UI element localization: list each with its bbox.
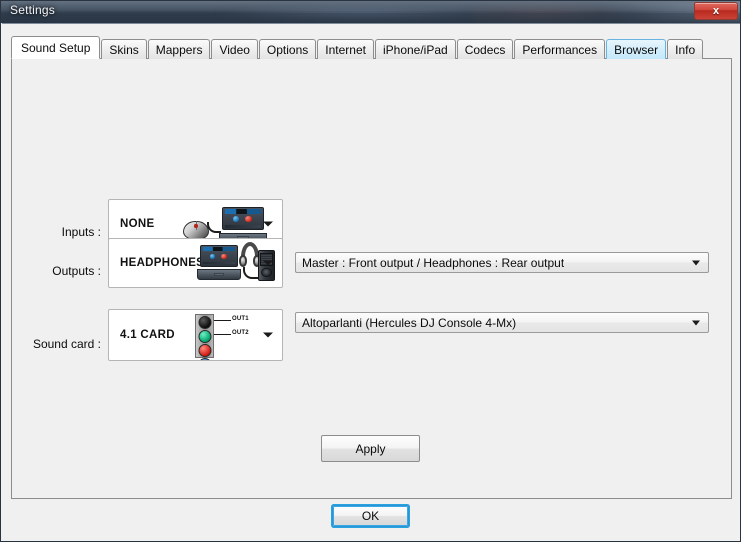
jack-lead-line-out1 bbox=[214, 320, 231, 321]
tab-mappers[interactable]: Mappers bbox=[147, 39, 211, 59]
inputs-label: Inputs : bbox=[61, 225, 101, 239]
tab-label: Internet bbox=[325, 42, 366, 57]
ok-button-label: OK bbox=[361, 509, 380, 523]
settings-window: Settings x Sound Setup Skins Mappers Vid… bbox=[0, 0, 741, 542]
tab-sound-setup[interactable]: Sound Setup bbox=[11, 36, 101, 59]
settings-tab-control: Sound Setup Skins Mappers Video Options … bbox=[11, 36, 732, 499]
tab-performances[interactable]: Performances bbox=[514, 39, 606, 59]
tab-internet[interactable]: Internet bbox=[317, 39, 374, 59]
tab-iphone-ipad[interactable]: iPhone/iPad bbox=[374, 39, 456, 59]
outputs-artwork bbox=[197, 239, 275, 287]
tab-label: Codecs bbox=[464, 42, 506, 57]
tab-options[interactable]: Options bbox=[258, 39, 317, 59]
laptop-knob-blue bbox=[232, 216, 240, 222]
tab-label: Performances bbox=[522, 42, 598, 57]
tab-label: Browser bbox=[614, 42, 659, 57]
outputs-value: HEADPHONES bbox=[120, 257, 205, 269]
ok-button[interactable]: OK bbox=[331, 504, 410, 528]
jack-green bbox=[198, 330, 211, 343]
laptop-waveform-strip bbox=[225, 224, 261, 228]
tab-label: Info bbox=[675, 42, 696, 57]
jack-red bbox=[198, 344, 211, 357]
tab-label: Skins bbox=[109, 42, 139, 57]
sound-card-device-dropdown-arrow-icon[interactable] bbox=[692, 320, 700, 325]
laptop-icon bbox=[197, 244, 241, 280]
laptop-trackpad bbox=[213, 272, 225, 277]
outputs-label: Outputs : bbox=[52, 264, 101, 278]
tab-label: Sound Setup bbox=[21, 40, 91, 55]
laptop-knob-blue bbox=[209, 253, 216, 260]
tab-video[interactable]: Video bbox=[211, 39, 258, 59]
titlebar-glass-shade bbox=[1, 13, 740, 23]
speaker-woofer bbox=[261, 267, 272, 278]
tab-browser[interactable]: Browser bbox=[606, 39, 667, 59]
sound-card-label: Sound card : bbox=[32, 337, 101, 351]
sound-card-artwork: OUT1 OUT2 bbox=[187, 310, 273, 360]
laptop-knob-red bbox=[221, 253, 227, 260]
laptop-mixer-graphic bbox=[225, 209, 261, 214]
client-area: Sound Setup Skins Mappers Video Options … bbox=[2, 23, 740, 541]
sound-card-dropdown-arrow-icon[interactable] bbox=[263, 332, 273, 338]
jack-black bbox=[198, 316, 211, 329]
output-routing-dropdown-arrow-icon[interactable] bbox=[692, 260, 700, 265]
tab-label: Video bbox=[219, 42, 250, 57]
output-routing-combo[interactable]: Master : Front output / Headphones : Rea… bbox=[295, 252, 709, 273]
sound-card-device-combo[interactable]: Altoparlanti (Hercules DJ Console 4-Mx) bbox=[295, 312, 709, 333]
outputs-dropdown-arrow-icon[interactable] bbox=[263, 260, 273, 266]
headphones-cable bbox=[243, 267, 259, 279]
tab-skins[interactable]: Skins bbox=[101, 39, 147, 59]
mouse-wheel bbox=[194, 223, 198, 229]
tab-info[interactable]: Info bbox=[667, 39, 704, 59]
tab-label: Mappers bbox=[155, 42, 203, 57]
sound-setup-panel: Inputs : NONE Outputs: HEADPHONES Maste… bbox=[11, 58, 732, 499]
laptop-waveform-strip bbox=[202, 261, 236, 265]
laptop-base bbox=[197, 269, 241, 280]
laptop-mixer-graphic bbox=[202, 247, 236, 252]
tab-label: iPhone/iPad bbox=[382, 42, 448, 57]
jack-label-out1: OUT1 bbox=[232, 316, 249, 322]
inputs-dropdown-arrow-icon[interactable] bbox=[263, 221, 273, 227]
laptop-knob-red bbox=[245, 216, 252, 222]
window-title: Settings bbox=[10, 3, 55, 17]
jack-lead-line-out2 bbox=[214, 334, 231, 335]
apply-button[interactable]: Apply bbox=[321, 435, 420, 462]
tab-strip: Sound Setup Skins Mappers Video Options … bbox=[11, 36, 732, 59]
sound-card-image-combo[interactable]: 4.1 CARD OUT1 OUT2 bbox=[108, 309, 283, 361]
title-bar[interactable]: Settings x bbox=[1, 1, 740, 23]
output-routing-value: Master : Front output / Headphones : Rea… bbox=[302, 255, 565, 270]
tab-label: Options bbox=[266, 42, 309, 57]
laptop-screen bbox=[222, 206, 264, 231]
laptop-screen bbox=[200, 244, 238, 268]
sound-card-value: 4.1 CARD bbox=[120, 329, 175, 341]
apply-button-label: Apply bbox=[355, 441, 386, 456]
jack-panel-icon bbox=[195, 314, 214, 360]
jack-label-out2: OUT2 bbox=[232, 330, 249, 336]
close-icon: x bbox=[712, 5, 720, 17]
speaker-icon bbox=[258, 250, 275, 281]
inputs-value: NONE bbox=[120, 218, 155, 230]
jack-blue bbox=[198, 358, 211, 360]
sound-card-device-value: Altoparlanti (Hercules DJ Console 4-Mx) bbox=[302, 315, 517, 330]
outputs-image-combo[interactable]: HEADPHONES bbox=[108, 238, 283, 288]
headphones-cup-left bbox=[239, 255, 248, 267]
close-button[interactable]: x bbox=[694, 2, 738, 20]
tab-codecs[interactable]: Codecs bbox=[456, 39, 514, 59]
